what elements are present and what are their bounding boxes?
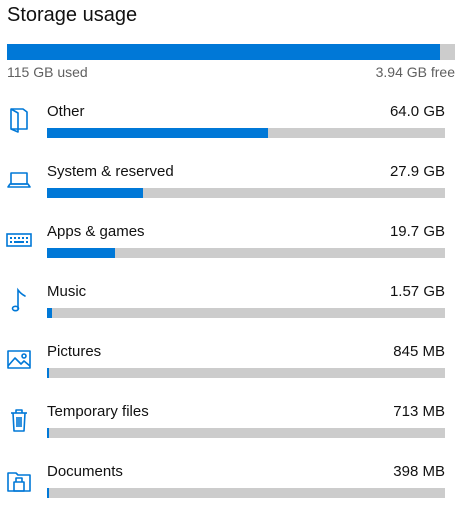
category-size: 713 MB	[393, 403, 445, 420]
category-usage-fill	[47, 368, 50, 378]
category-name: Documents	[47, 463, 123, 480]
category-usage-bar	[47, 308, 445, 318]
category-name: Pictures	[47, 343, 102, 360]
total-usage-bar	[7, 44, 455, 60]
category-row-apps-games[interactable]: Apps & games 19.7 GB	[0, 221, 462, 281]
category-usage-bar	[47, 188, 445, 198]
page-title: Storage usage	[7, 4, 138, 26]
category-name: Music	[47, 283, 87, 300]
category-row-temporary-files[interactable]: Temporary files 713 MB	[0, 401, 462, 461]
picture-icon	[5, 345, 33, 373]
category-row-other[interactable]: Other 64.0 GB	[0, 101, 462, 161]
category-size: 845 MB	[393, 343, 445, 360]
other-icon	[5, 105, 33, 133]
category-usage-fill	[47, 428, 49, 438]
laptop-icon	[5, 165, 33, 193]
category-row-pictures[interactable]: Pictures 845 MB	[0, 341, 462, 401]
category-usage-fill	[47, 188, 144, 198]
category-usage-fill	[47, 248, 116, 258]
category-name: Apps & games	[47, 223, 145, 240]
category-name: System & reserved	[47, 163, 174, 180]
total-usage-fill	[7, 44, 441, 60]
category-size: 27.9 GB	[389, 163, 445, 180]
category-row-documents[interactable]: Documents 398 MB	[0, 461, 462, 514]
category-size: 1.57 GB	[389, 283, 445, 300]
category-row-system-reserved[interactable]: System & reserved 27.9 GB	[0, 161, 462, 221]
category-usage-bar	[47, 128, 445, 138]
category-name: Temporary files	[47, 403, 149, 420]
category-usage-bar	[47, 428, 445, 438]
trash-icon	[5, 405, 33, 433]
category-row-music[interactable]: Music 1.57 GB	[0, 281, 462, 341]
category-usage-bar	[47, 368, 445, 378]
category-size: 398 MB	[393, 463, 445, 480]
music-note-icon	[5, 285, 33, 313]
free-label: 3.94 GB free	[375, 64, 455, 80]
category-usage-fill	[47, 128, 269, 138]
category-usage-bar	[47, 488, 445, 498]
keyboard-icon	[5, 225, 33, 253]
used-label: 115 GB used	[7, 64, 88, 80]
category-usage-bar	[47, 248, 445, 258]
category-size: 64.0 GB	[389, 103, 445, 120]
documents-icon	[5, 465, 33, 493]
category-name: Other	[47, 103, 85, 120]
category-size: 19.7 GB	[389, 223, 445, 240]
category-usage-fill	[47, 488, 49, 498]
category-usage-fill	[47, 308, 52, 318]
